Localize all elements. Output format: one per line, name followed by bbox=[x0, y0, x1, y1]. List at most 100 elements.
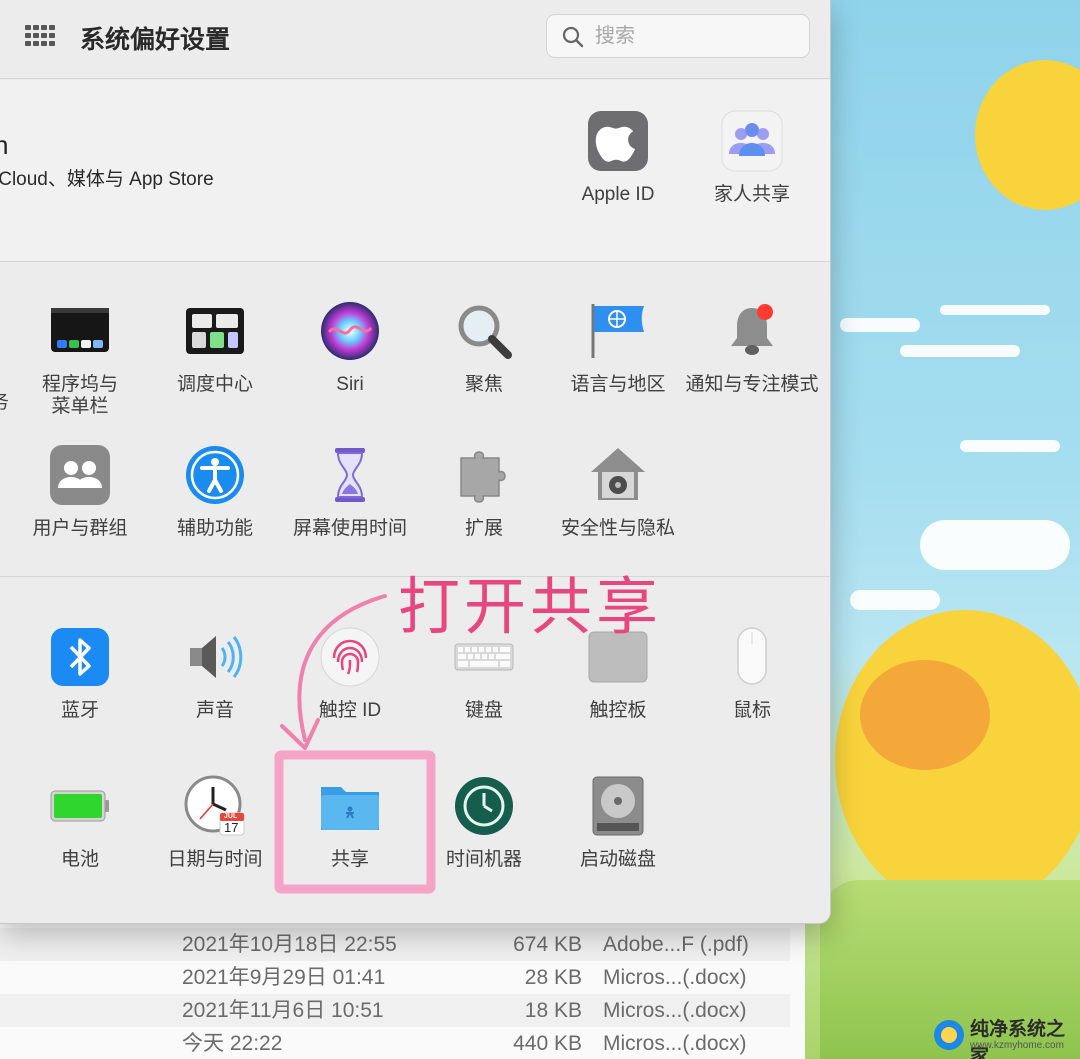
pref-users-groups[interactable]: 用户与群组 bbox=[12, 444, 148, 540]
pref-notifications-focus[interactable]: 通知与专注模式 bbox=[684, 300, 820, 396]
search-icon bbox=[562, 26, 584, 48]
pref-language-region[interactable]: 语言与地区 bbox=[550, 300, 686, 396]
watermark-name: 纯净系统之家 bbox=[970, 1019, 1066, 1059]
pref-label-line: 菜单栏 bbox=[51, 396, 109, 417]
pref-spotlight[interactable]: 聚焦 bbox=[416, 300, 552, 396]
window-title: 系统偏好设置 bbox=[80, 26, 231, 54]
pref-label: 鼠标 bbox=[732, 700, 771, 721]
pref-label-line: 程序坞与 bbox=[41, 374, 118, 395]
wallpaper-duck-wing bbox=[860, 660, 990, 770]
mission-control-icon bbox=[184, 300, 246, 362]
startup-disk-icon bbox=[587, 775, 649, 837]
users-groups-icon bbox=[49, 444, 111, 506]
speaker-icon bbox=[184, 626, 246, 688]
wallpaper-cloud bbox=[920, 520, 1070, 570]
finder-file-list: 2021年10月18日 22:55 674 KB Adobe...F (.pdf… bbox=[0, 924, 805, 1059]
pref-label: 键盘 bbox=[464, 700, 503, 721]
cut-off-label: 务 bbox=[0, 387, 9, 414]
search-field[interactable] bbox=[546, 14, 810, 58]
notifications-bell-icon bbox=[721, 300, 783, 362]
pref-apple-id[interactable]: Apple ID bbox=[550, 110, 686, 206]
language-region-flag-icon bbox=[587, 300, 649, 362]
file-date: 2021年10月18日 22:55 bbox=[182, 933, 397, 956]
pref-label: 扩展 bbox=[464, 518, 503, 539]
file-row[interactable]: 2021年10月18日 22:55 674 KB Adobe...F (.pdf… bbox=[0, 928, 790, 961]
puzzle-extension-icon bbox=[453, 444, 515, 506]
family-sharing-icon bbox=[721, 110, 783, 172]
pref-mission-control[interactable]: 调度中心 bbox=[147, 300, 283, 396]
pref-family-sharing[interactable]: 家人共享 bbox=[684, 110, 820, 206]
pref-label: 触控 ID bbox=[318, 700, 382, 721]
mouse-icon bbox=[721, 626, 783, 688]
clock-calendar-icon: JUL 17 bbox=[184, 775, 246, 837]
pref-sharing[interactable]: 共享 bbox=[282, 775, 418, 871]
file-size: 18 KB bbox=[524, 999, 582, 1022]
search-input[interactable] bbox=[595, 21, 795, 51]
pref-label: 调度中心 bbox=[176, 374, 253, 395]
file-kind: Adobe...F (.pdf) bbox=[603, 933, 749, 956]
pref-label: 电池 bbox=[60, 849, 99, 870]
file-date: 2021年9月29日 01:41 bbox=[182, 966, 386, 989]
file-date: 今天 22:22 bbox=[182, 1032, 283, 1055]
watermark-logo-icon bbox=[934, 1020, 964, 1050]
pref-extensions[interactable]: 扩展 bbox=[416, 444, 552, 540]
file-row[interactable]: 2021年9月29日 01:41 28 KB Micros...(.docx) bbox=[0, 961, 790, 994]
account-name: n bbox=[0, 130, 8, 161]
sharing-folder-icon bbox=[319, 775, 381, 837]
dock-menubar-icon bbox=[49, 300, 111, 362]
pref-dock-menubar[interactable]: 程序坞与 菜单栏 bbox=[12, 300, 148, 418]
pref-siri[interactable]: Siri bbox=[282, 300, 418, 396]
time-machine-icon bbox=[453, 775, 515, 837]
hourglass-icon bbox=[319, 444, 381, 506]
pref-label: Apple ID bbox=[581, 184, 655, 205]
fingerprint-icon bbox=[319, 626, 381, 688]
battery-icon bbox=[49, 775, 111, 837]
pref-label: 聚焦 bbox=[464, 374, 503, 395]
pref-battery[interactable]: 电池 bbox=[12, 775, 148, 871]
file-kind: Micros...(.docx) bbox=[603, 966, 747, 989]
spotlight-magnifier-icon bbox=[453, 300, 515, 362]
file-row[interactable]: 今天 22:22 440 KB Micros...(.docx) bbox=[0, 1027, 790, 1059]
pref-label: 蓝牙 bbox=[60, 700, 99, 721]
pref-bluetooth[interactable]: 蓝牙 bbox=[12, 626, 148, 722]
pref-label: Siri bbox=[336, 374, 364, 395]
watermark-url: www.kzmyhome.com bbox=[970, 1040, 1064, 1051]
pref-label: 安全性与隐私 bbox=[560, 518, 675, 539]
pref-label: 语言与地区 bbox=[570, 374, 666, 395]
file-row[interactable]: 2021年11月6日 10:51 18 KB Micros...(.docx) bbox=[0, 994, 790, 1027]
file-date: 2021年11月6日 10:51 bbox=[182, 999, 384, 1022]
wallpaper-cloud bbox=[940, 305, 1050, 315]
file-size: 440 KB bbox=[513, 1032, 582, 1055]
accessibility-icon bbox=[184, 444, 246, 506]
pref-label: 辅助功能 bbox=[176, 518, 253, 539]
pref-label: 日期与时间 bbox=[167, 849, 263, 870]
pref-time-machine[interactable]: 时间机器 bbox=[416, 775, 552, 871]
file-kind: Micros...(.docx) bbox=[603, 1032, 747, 1055]
pref-label: 家人共享 bbox=[713, 184, 790, 205]
pref-label: 通知与专注模式 bbox=[685, 374, 819, 395]
site-watermark: 纯净系统之家 www.kzmyhome.com bbox=[932, 1012, 1080, 1059]
wallpaper-cloud bbox=[840, 318, 920, 332]
wallpaper-cloud bbox=[900, 345, 1020, 357]
security-house-icon bbox=[587, 444, 649, 506]
pref-date-time[interactable]: JUL 17 日期与时间 bbox=[147, 775, 283, 871]
pref-accessibility[interactable]: 辅助功能 bbox=[147, 444, 283, 540]
pref-mouse[interactable]: 鼠标 bbox=[684, 626, 820, 722]
wallpaper-cloud bbox=[850, 590, 940, 610]
show-all-grid-icon[interactable] bbox=[25, 25, 55, 47]
wallpaper-cloud bbox=[960, 440, 1060, 452]
pref-screen-time[interactable]: 屏幕使用时间 bbox=[282, 444, 418, 540]
file-kind: Micros...(.docx) bbox=[603, 999, 747, 1022]
calendar-day: 17 bbox=[224, 820, 239, 835]
pref-startup-disk[interactable]: 启动磁盘 bbox=[550, 775, 686, 871]
window-toolbar: 系统偏好设置 bbox=[0, 0, 830, 79]
pref-sound[interactable]: 声音 bbox=[147, 626, 283, 722]
wallpaper-sun-shape bbox=[975, 60, 1080, 210]
file-size: 674 KB bbox=[513, 933, 582, 956]
pref-security-privacy[interactable]: 安全性与隐私 bbox=[550, 444, 686, 540]
general-prefs-section: 务 程序坞与 菜单栏 bbox=[0, 262, 830, 577]
account-subtitle: iCloud、媒体与 App Store bbox=[0, 169, 214, 190]
pref-label: 声音 bbox=[195, 700, 234, 721]
pref-label: 触控板 bbox=[589, 700, 647, 721]
pref-label: 用户与群组 bbox=[32, 518, 128, 539]
